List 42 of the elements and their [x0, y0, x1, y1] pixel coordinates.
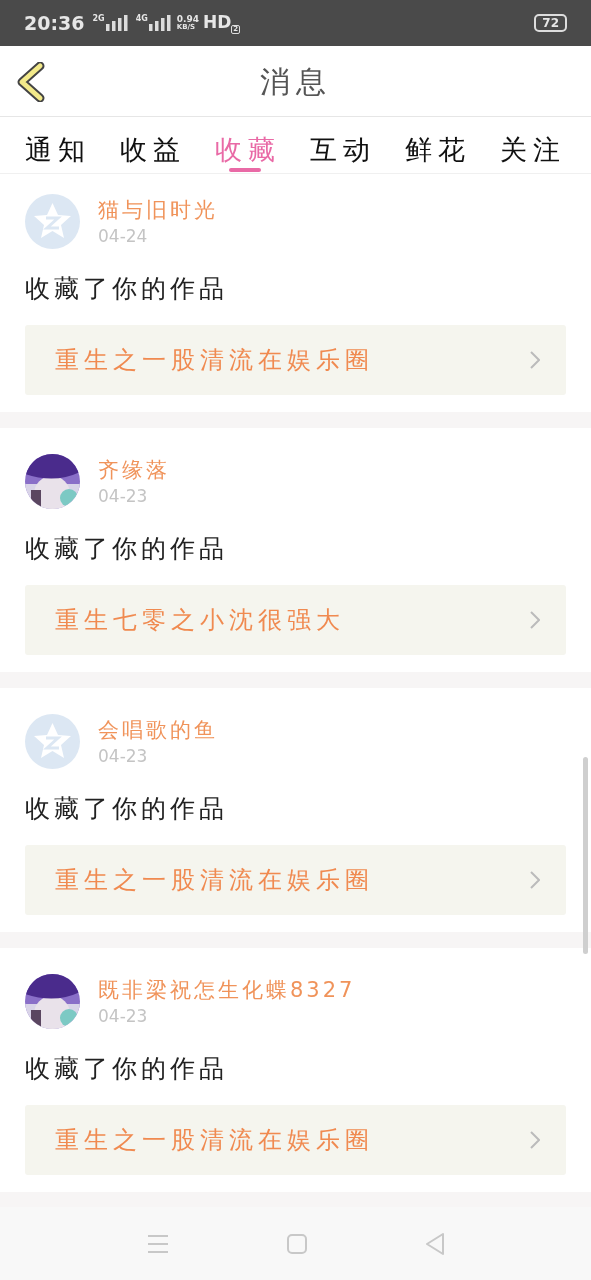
message-date: 04-23: [98, 745, 149, 768]
back-button[interactable]: [16, 62, 46, 102]
speed-value: 0.94: [176, 15, 199, 24]
work-link[interactable]: 重生之一股清流在娱乐圈: [25, 1105, 566, 1175]
message-date: 04-24: [98, 225, 149, 248]
signal-icon: [105, 15, 128, 31]
work-link[interactable]: 重生之一股清流在娱乐圈: [25, 325, 566, 395]
back-icon: [16, 62, 46, 102]
tab[interactable]: 收藏: [214, 117, 281, 174]
message-text: 收藏了你的作品: [25, 1053, 229, 1085]
user-name[interactable]: 既非梁祝怎生化蝶8327: [98, 976, 356, 1004]
message-text: 收藏了你的作品: [25, 273, 229, 305]
network-label: 2G: [92, 15, 105, 23]
tab[interactable]: 互动: [310, 117, 377, 174]
message-date: 04-23: [98, 485, 149, 508]
hd-label: HD: [203, 11, 232, 35]
page-title: 消息: [259, 62, 332, 101]
chevron-icon: [530, 351, 540, 369]
chevron-icon: [530, 1131, 540, 1149]
chevron-icon: [530, 871, 540, 889]
tab[interactable]: 鲜花: [405, 117, 472, 174]
clock: 20:36: [24, 10, 85, 36]
message-text: 收藏了你的作品: [25, 533, 229, 565]
back-icon[interactable]: [424, 1232, 445, 1255]
user-name[interactable]: 猫与旧时光: [98, 196, 218, 224]
user-name[interactable]: 齐缘落: [98, 456, 170, 484]
chevron-icon: [530, 611, 540, 629]
tab[interactable]: 关注: [500, 117, 567, 174]
message-text: 收藏了你的作品: [25, 793, 229, 825]
signal-icon: [148, 15, 171, 31]
avatar-icon: [25, 194, 80, 249]
avatar-icon: [25, 714, 80, 769]
network-label: 4G: [135, 15, 148, 23]
tab[interactable]: 通知: [24, 117, 91, 174]
tab[interactable]: 收益: [119, 117, 186, 174]
home-icon[interactable]: [286, 1233, 307, 1254]
work-link[interactable]: 重生七零之小沈很强大: [25, 585, 566, 655]
user-name[interactable]: 会唱歌的鱼: [98, 716, 218, 744]
message-date: 04-23: [98, 1005, 149, 1028]
menu-icon[interactable]: [146, 1233, 169, 1254]
battery-indicator: 72: [534, 14, 567, 32]
work-link[interactable]: 重生之一股清流在娱乐圈: [25, 845, 566, 915]
